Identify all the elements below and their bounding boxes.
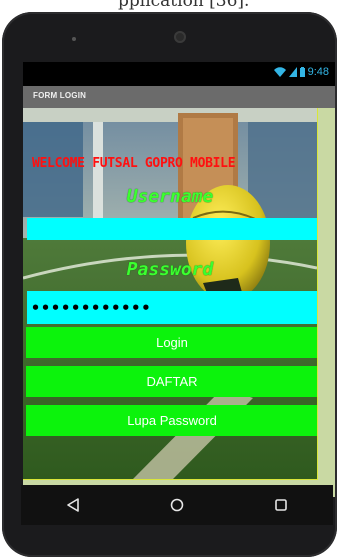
status-time: 9:48 <box>307 66 329 78</box>
caption-text: pplication [36]. <box>118 0 250 11</box>
home-icon <box>170 498 184 512</box>
action-bar: FORM LOGIN <box>23 86 335 108</box>
username-label: Username <box>126 186 214 207</box>
recents-button[interactable] <box>261 490 301 520</box>
wifi-icon <box>273 67 286 77</box>
welcome-title: WELCOME FUTSAL GOPRO MOBILE <box>32 156 236 171</box>
battery-icon <box>299 67 305 77</box>
front-camera-icon <box>174 31 186 43</box>
back-icon <box>67 498 79 512</box>
password-input[interactable] <box>27 291 317 324</box>
username-input[interactable] <box>27 218 317 240</box>
recents-icon <box>275 499 287 511</box>
status-icons: 9:48 <box>273 66 329 78</box>
navigation-bar <box>21 485 333 525</box>
home-button[interactable] <box>157 490 197 520</box>
speaker-dot-icon <box>72 37 76 41</box>
forgot-password-button[interactable]: Lupa Password <box>26 405 317 436</box>
futsal-background-image: WELCOME FUTSAL GOPRO MOBILE Username Pas… <box>23 108 318 480</box>
back-button[interactable] <box>53 490 93 520</box>
phone-frame: 9:48 FORM LOGIN WELCOME FUTSAL GOPRO MOB… <box>2 12 337 557</box>
password-label: Password <box>126 259 214 280</box>
register-button[interactable]: DAFTAR <box>26 366 317 397</box>
status-bar: 9:48 <box>23 62 335 86</box>
signal-icon <box>288 67 297 77</box>
login-form: WELCOME FUTSAL GOPRO MOBILE Username Pas… <box>23 108 335 497</box>
screen-title: FORM LOGIN <box>33 91 87 100</box>
screen: 9:48 FORM LOGIN WELCOME FUTSAL GOPRO MOB… <box>23 62 335 497</box>
login-button[interactable]: Login <box>26 327 317 358</box>
